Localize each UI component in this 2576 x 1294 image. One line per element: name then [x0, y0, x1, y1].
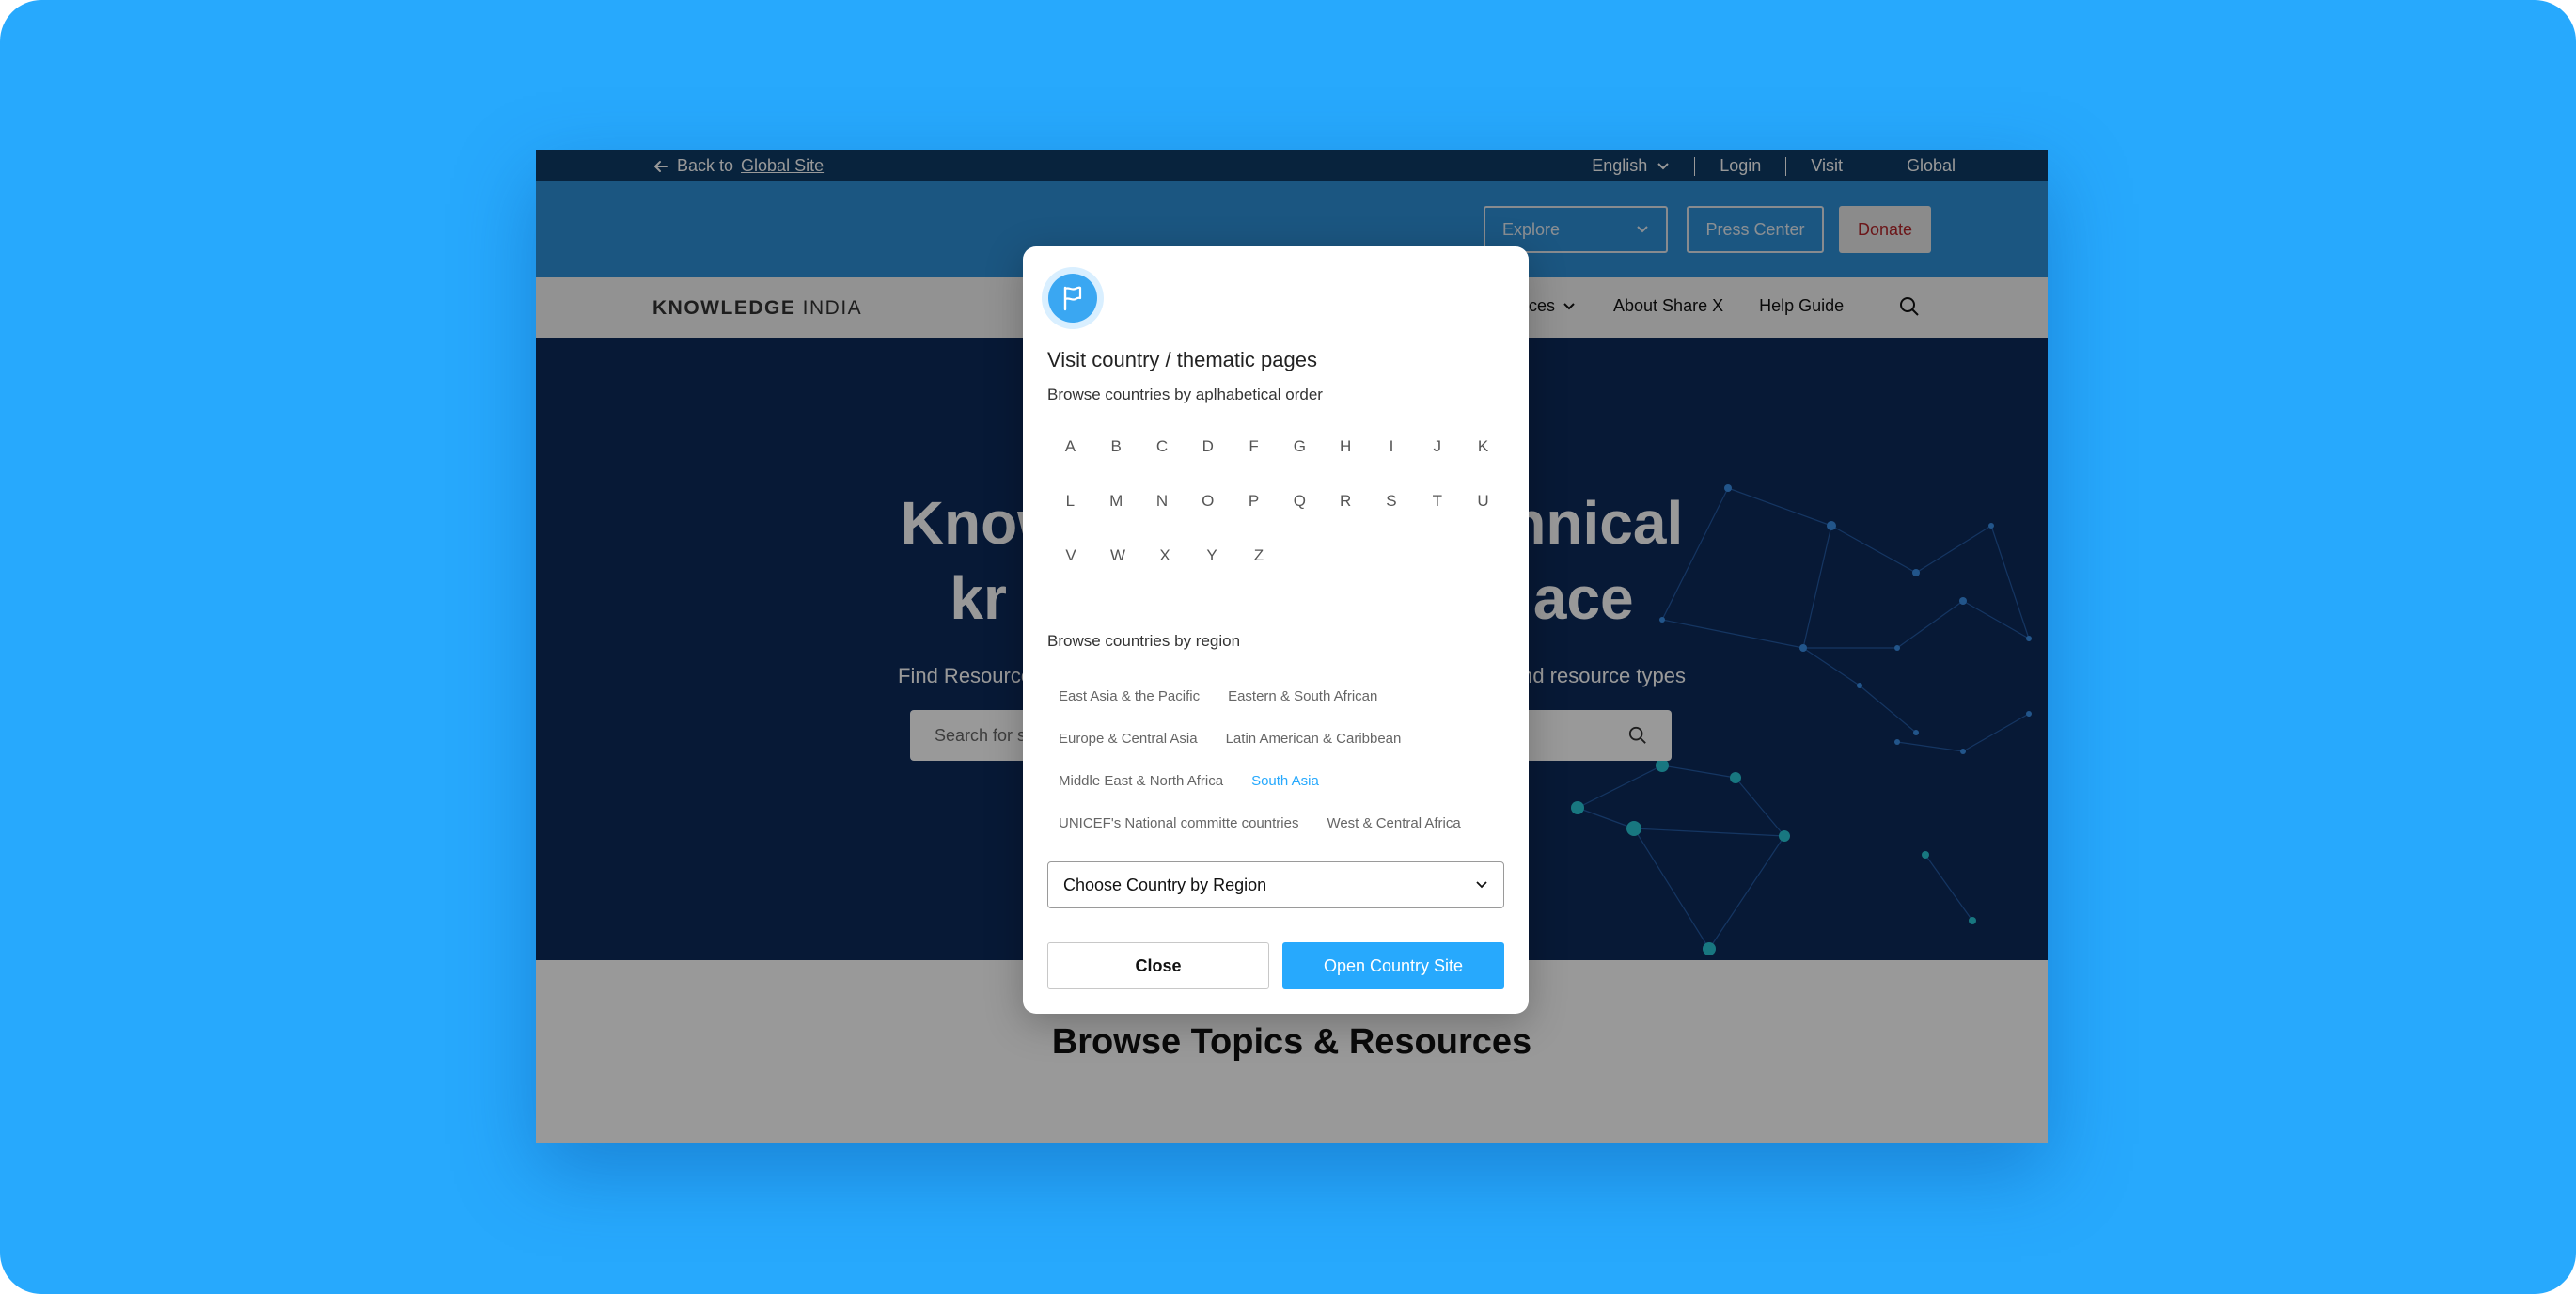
letter-k[interactable]: K [1460, 437, 1506, 456]
letter-z[interactable]: Z [1235, 546, 1282, 565]
letter-q[interactable]: Q [1277, 492, 1323, 511]
letter-g[interactable]: G [1277, 437, 1323, 456]
letter-l[interactable]: L [1047, 492, 1093, 511]
letter-d[interactable]: D [1185, 437, 1231, 456]
region-link[interactable]: East Asia & the Pacific [1047, 688, 1211, 704]
region-row: UNICEF's National committe countries West… [1047, 802, 1517, 844]
letter-s[interactable]: S [1369, 492, 1415, 511]
country-modal: Visit country / thematic pages Browse co… [1023, 246, 1529, 1014]
letter-u[interactable]: U [1460, 492, 1506, 511]
letter-w[interactable]: W [1094, 546, 1141, 565]
letter-o[interactable]: O [1185, 492, 1231, 511]
country-region-select[interactable]: Choose Country by Region [1047, 861, 1504, 908]
region-row: Middle East & North Africa South Asia [1047, 760, 1517, 802]
select-label: Choose Country by Region [1063, 875, 1267, 894]
letter-grid: ABCDFGHIJKLMNOPQRSTUVWXYZ [1047, 419, 1506, 583]
letter-n[interactable]: N [1139, 492, 1186, 511]
flag-icon [1063, 286, 1082, 311]
letter-c[interactable]: C [1139, 437, 1186, 456]
chevron-down-icon [1476, 881, 1487, 889]
region-link[interactable]: Latin American & Caribbean [1215, 731, 1413, 747]
region-link[interactable]: Middle East & North Africa [1047, 773, 1234, 789]
letter-t[interactable]: T [1414, 492, 1460, 511]
letter-x[interactable]: X [1141, 546, 1188, 565]
close-button[interactable]: Close [1047, 942, 1269, 989]
region-row: East Asia & the Pacific Eastern & South A… [1047, 675, 1517, 718]
region-list: East Asia & the Pacific Eastern & South A… [1047, 675, 1517, 844]
open-country-site-button[interactable]: Open Country Site [1282, 942, 1504, 989]
letter-a[interactable]: A [1047, 437, 1093, 456]
letter-row: ABCDFGHIJK [1047, 419, 1506, 474]
alphabet-section-title: Browse countries by aplhabetical order [1047, 386, 1323, 403]
region-row: Europe & Central Asia Latin American & Ca… [1047, 718, 1517, 760]
letter-i[interactable]: I [1369, 437, 1415, 456]
modal-title: Visit country / thematic pages [1047, 348, 1317, 371]
letter-v[interactable]: V [1047, 546, 1094, 565]
letter-b[interactable]: B [1093, 437, 1139, 456]
letter-m[interactable]: M [1093, 492, 1139, 511]
letter-row: LMNOPQRSTU [1047, 474, 1506, 529]
letter-p[interactable]: P [1231, 492, 1277, 511]
letter-j[interactable]: J [1414, 437, 1460, 456]
letter-row: VWXYZ [1047, 529, 1506, 583]
region-link[interactable]: Eastern & South African [1217, 688, 1389, 704]
region-link[interactable]: Europe & Central Asia [1047, 731, 1209, 747]
region-section-title: Browse countries by region [1047, 632, 1241, 650]
region-link[interactable]: West & Central Africa [1315, 815, 1471, 831]
letter-h[interactable]: H [1323, 437, 1369, 456]
letter-r[interactable]: R [1323, 492, 1369, 511]
flag-badge [1042, 267, 1104, 329]
letter-y[interactable]: Y [1188, 546, 1235, 565]
region-link[interactable]: South Asia [1240, 773, 1330, 789]
letter-f[interactable]: F [1231, 437, 1277, 456]
region-link[interactable]: UNICEF's National committe countries [1047, 815, 1310, 831]
